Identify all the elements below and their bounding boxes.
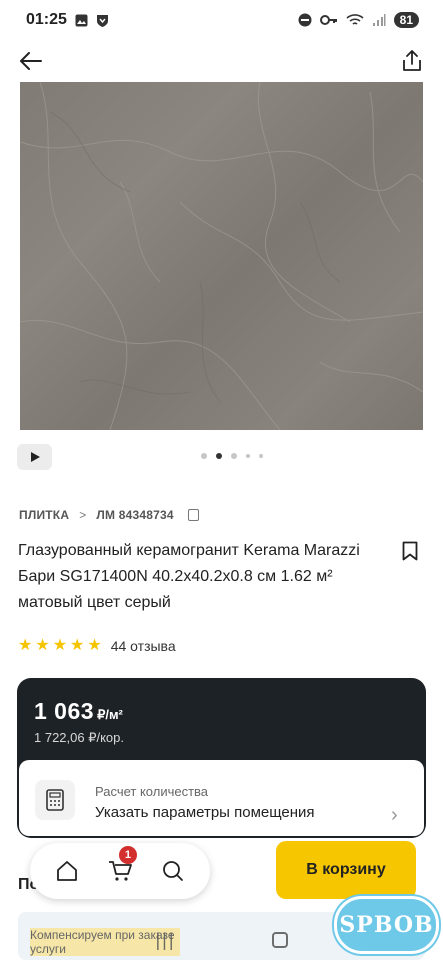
- bottom-nav: 1: [30, 843, 210, 899]
- gallery-dot[interactable]: [259, 454, 263, 458]
- favorite-button[interactable]: [402, 541, 418, 566]
- key-icon: [319, 15, 337, 25]
- battery-indicator: 81: [393, 12, 419, 28]
- price-card: 1 063 ₽/м² 1 722,06 ₽/кор. Расчет количе…: [17, 678, 426, 838]
- recent-apps-icon[interactable]: |||: [155, 930, 175, 951]
- rating[interactable]: ★ ★ ★ ★ ★ 44 отзыва: [18, 637, 176, 655]
- quantity-label: Расчет количества: [95, 784, 209, 799]
- dnd-icon: [298, 13, 312, 27]
- watermark-logo: SPBOB: [334, 896, 439, 954]
- chevron-right-icon: >: [79, 508, 87, 522]
- gallery-dot[interactable]: [246, 454, 250, 458]
- system-home-icon[interactable]: [271, 932, 288, 948]
- gallery-dot-active[interactable]: [216, 453, 222, 459]
- nav-cart[interactable]: 1: [105, 846, 137, 886]
- back-button[interactable]: [18, 48, 44, 74]
- gallery-dot[interactable]: [231, 453, 237, 459]
- product-title: Глазурованный керамогранит Kerama Marazz…: [18, 542, 360, 611]
- calculator-icon: [35, 780, 75, 820]
- marble-texture: [20, 82, 423, 430]
- status-bar: 01:25 81: [0, 0, 443, 40]
- breadcrumb-category[interactable]: ПЛИТКА: [19, 508, 69, 522]
- star-icon: ★: [18, 637, 33, 654]
- home-icon: [56, 861, 77, 881]
- wifi-icon: [346, 14, 364, 25]
- reviews-count[interactable]: 44 отзыва: [111, 638, 176, 654]
- cart-badge: 1: [118, 846, 137, 864]
- share-button[interactable]: [399, 48, 425, 74]
- shield-notification-icon: [96, 14, 108, 27]
- star-icon: ★: [87, 637, 102, 654]
- breadcrumb: ПЛИТКА > ЛМ 84348734: [19, 508, 199, 522]
- price-per-box: 1 722,06 ₽/кор.: [34, 730, 125, 745]
- price-unit: ₽/м²: [97, 707, 123, 722]
- price-main: 1 063 ₽/м²: [34, 698, 123, 725]
- gallery-notification-icon: [75, 14, 88, 26]
- top-bar: [0, 40, 443, 82]
- nav-search[interactable]: [158, 856, 188, 886]
- gallery-dot[interactable]: [201, 453, 207, 459]
- product-image[interactable]: [20, 82, 423, 430]
- copy-icon[interactable]: [187, 509, 199, 521]
- chevron-right-icon: ›: [391, 804, 398, 826]
- play-icon: [30, 452, 40, 462]
- nav-home[interactable]: [52, 856, 82, 886]
- quantity-value: Указать параметры помещения: [95, 804, 315, 821]
- bookmark-icon: [402, 541, 418, 561]
- video-play-button[interactable]: [17, 444, 52, 470]
- arrow-left-icon: [20, 52, 42, 70]
- status-time: 01:25: [26, 11, 67, 28]
- search-icon: [163, 861, 184, 881]
- star-icon: ★: [52, 637, 68, 654]
- status-left: 01:25: [26, 11, 109, 29]
- add-to-cart-button[interactable]: В корзину: [276, 841, 416, 899]
- share-icon: [403, 50, 421, 71]
- gallery-pagination: [201, 453, 263, 459]
- star-icon: ★: [70, 637, 85, 654]
- signal-icon: [372, 14, 386, 26]
- quantity-calculator[interactable]: Расчет количества Указать параметры поме…: [19, 760, 424, 836]
- status-right: 81: [298, 12, 419, 28]
- product-sku: ЛМ 84348734: [96, 508, 174, 522]
- price-value: 1 063: [34, 698, 95, 724]
- star-icon: ★: [35, 637, 50, 654]
